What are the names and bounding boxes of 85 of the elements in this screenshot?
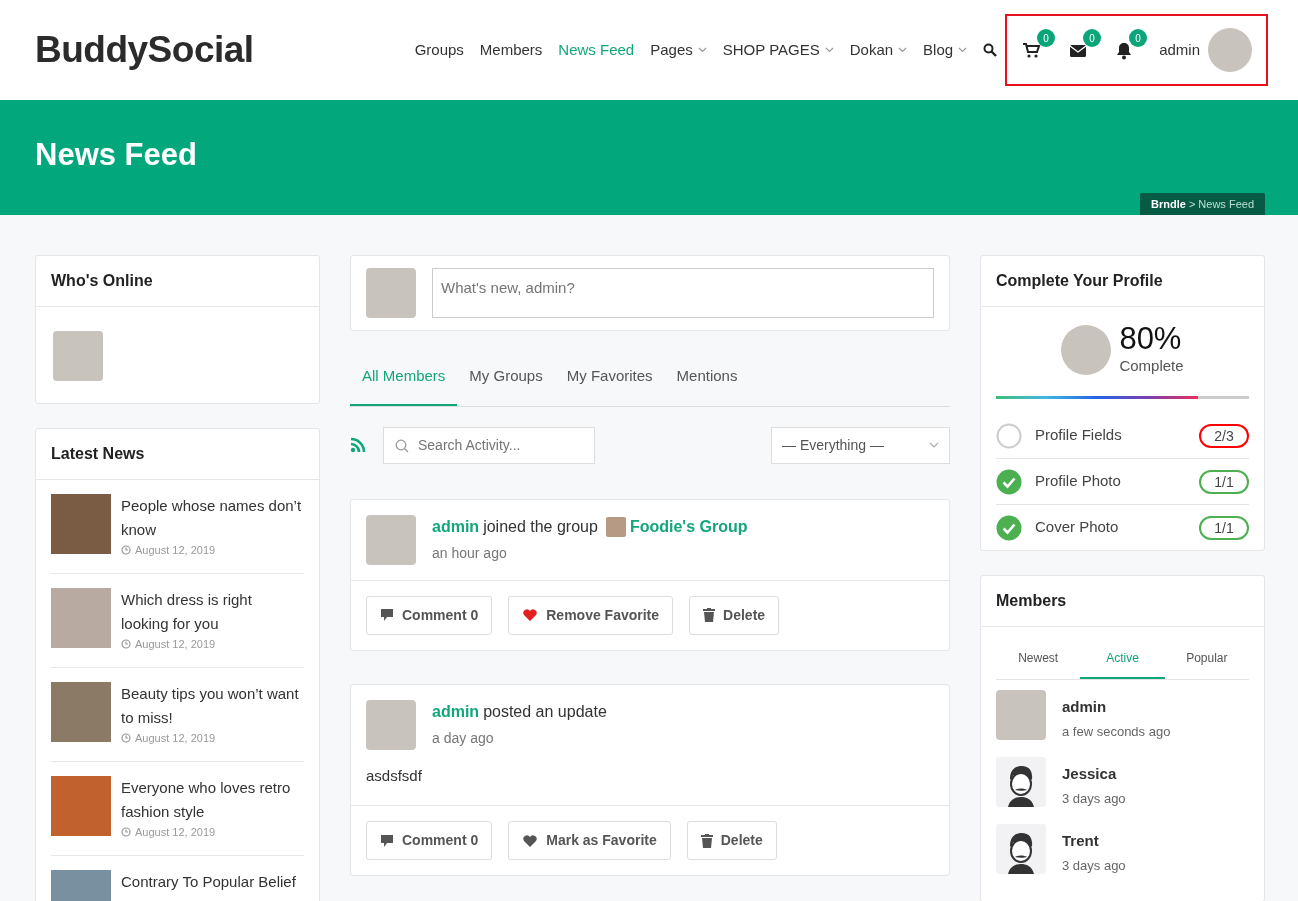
photo-placeholder[interactable] — [51, 494, 111, 554]
rss-icon[interactable] — [350, 437, 366, 453]
photo-placeholder[interactable] — [51, 776, 111, 836]
nav-link[interactable]: Members — [479, 38, 543, 62]
status-input[interactable]: What's new, admin? — [432, 268, 934, 318]
feed-tab[interactable]: My Groups — [457, 353, 555, 406]
activity-time: an hour ago — [432, 543, 508, 563]
progress-count: 1/1 — [1199, 469, 1249, 494]
profile-item-label: Profile Photo — [1035, 471, 1122, 492]
news-date: August 12, 2019 — [135, 543, 216, 558]
clock-icon — [121, 639, 131, 649]
count-badge: 0 — [1083, 29, 1102, 47]
nav-link[interactable]: SHOP PAGES — [722, 38, 834, 62]
feed-tab[interactable]: My Favorites — [554, 353, 665, 406]
profile-item-label: Profile Fields — [1035, 425, 1123, 446]
news-title[interactable]: People whose names don’t know — [121, 494, 303, 542]
group-avatar — [605, 516, 626, 537]
member-activity-time: a few seconds ago — [1062, 723, 1171, 741]
news-title[interactable]: Everyone who loves retro fashion style — [121, 776, 303, 824]
completion-label: Complete — [1119, 356, 1184, 376]
news-date: August 12, 2019 — [135, 731, 216, 746]
comment-icon — [380, 833, 394, 848]
search-field[interactable]: Search Activity... — [383, 426, 595, 464]
feed-tab[interactable]: Mentions — [664, 353, 750, 406]
members-tab[interactable]: Popular — [1164, 636, 1249, 679]
cart-icon[interactable] — [1022, 40, 1043, 60]
member-activity-time: 3 days ago — [1062, 857, 1126, 875]
default-avatar-icon[interactable] — [996, 756, 1046, 807]
member-name[interactable]: Jessica — [1062, 762, 1126, 785]
trash-icon — [703, 608, 716, 622]
photo-placeholder[interactable] — [51, 588, 111, 648]
news-title[interactable]: Contrary To Popular Belief — [121, 870, 303, 894]
comment-button[interactable]: Comment 0 — [366, 595, 493, 635]
delete-button[interactable]: Delete — [686, 821, 777, 860]
search-icon[interactable] — [983, 43, 998, 57]
profile-item-label: Cover Photo — [1035, 517, 1120, 538]
user-avatar[interactable] — [366, 514, 416, 565]
photo-placeholder[interactable] — [51, 682, 111, 742]
chevron-down-icon — [929, 442, 939, 448]
clock-icon — [121, 545, 131, 555]
user-avatar — [366, 268, 416, 318]
user-name[interactable]: admin — [1159, 38, 1200, 62]
progress-count: 1/1 — [1199, 515, 1249, 540]
activity-body: asdsfsdf — [365, 765, 423, 786]
activity-time: a day ago — [432, 728, 495, 748]
widget-title: Complete Your Profile — [981, 256, 1264, 307]
activity-text: joined the group — [483, 516, 598, 537]
breadcrumb-trail: Brndle > News Feed — [1140, 192, 1265, 215]
member-activity-time: 3 days ago — [1062, 790, 1126, 808]
default-avatar-icon[interactable] — [996, 823, 1046, 874]
member-avatar[interactable] — [53, 331, 103, 381]
news-date: August 12, 2019 — [135, 637, 216, 652]
member-avatar[interactable] — [996, 689, 1046, 740]
news-title[interactable]: Beauty tips you won’t want to miss! — [121, 682, 303, 730]
clock-icon — [121, 733, 131, 743]
nav-link[interactable]: Blog — [923, 38, 968, 62]
member-name[interactable]: Trent — [1062, 829, 1126, 852]
favorite-button[interactable]: Remove Favorite — [508, 595, 674, 635]
count-badge: 0 — [1037, 29, 1056, 47]
delete-button[interactable]: Delete — [689, 595, 780, 635]
widget-title: Latest News — [36, 429, 319, 480]
news-date: August 12, 2019 — [135, 825, 216, 840]
clock-icon — [121, 827, 131, 837]
activity-text: posted an update — [483, 701, 607, 722]
nav-link[interactable]: Dokan — [849, 38, 908, 62]
user-avatar[interactable] — [1208, 28, 1252, 72]
member-name[interactable]: admin — [1062, 695, 1171, 718]
members-tab[interactable]: Newest — [996, 636, 1081, 679]
nav-link[interactable]: Pages — [650, 38, 707, 62]
count-badge: 0 — [1129, 29, 1148, 47]
search-icon — [395, 438, 409, 453]
nav-link[interactable]: Groups — [414, 38, 464, 62]
page-title: News Feed — [35, 136, 198, 174]
comment-icon — [380, 608, 394, 622]
trash-icon — [700, 833, 713, 848]
comment-button[interactable]: Comment 0 — [366, 821, 493, 860]
user-avatar[interactable] — [366, 699, 416, 750]
widget-title: Who's Online — [36, 256, 319, 307]
site-logo[interactable]: BuddySocial — [35, 22, 254, 78]
progress-count: 2/3 — [1199, 423, 1249, 448]
favorite-button[interactable]: Mark as Favorite — [508, 821, 671, 860]
widget-title: Members — [981, 575, 1264, 627]
news-title[interactable]: Which dress is right looking for you — [121, 588, 303, 636]
filter-dropdown[interactable]: — Everything — — [771, 426, 950, 464]
completion-percent: 80% — [1119, 323, 1183, 355]
